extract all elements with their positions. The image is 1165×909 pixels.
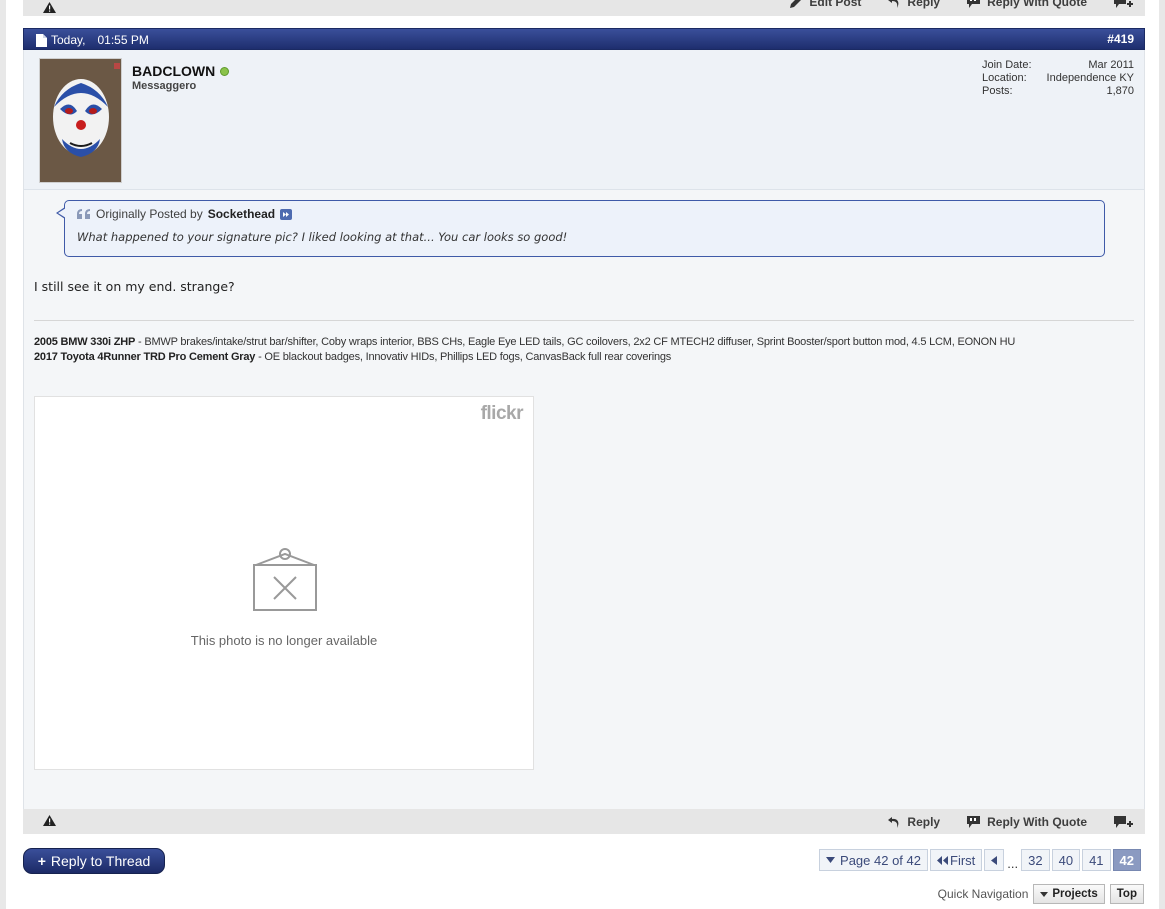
- post-message: I still see it on my end. strange?: [34, 279, 235, 294]
- plus-icon: +: [37, 853, 46, 869]
- signature-divider: [34, 320, 1134, 321]
- right-rail: [1159, 0, 1165, 909]
- page-link[interactable]: 41: [1082, 849, 1111, 871]
- stat-value: 1,870: [1106, 85, 1134, 97]
- post-header: Today, 01:55 PM #419: [23, 28, 1145, 50]
- quote-header: Originally Posted by Sockethead: [77, 207, 293, 221]
- quote-marks-icon: [77, 209, 90, 219]
- report-post-button[interactable]: [43, 813, 56, 831]
- stat-posts: Posts: 1,870: [982, 85, 1134, 98]
- signature-line: 2017 Toyota 4Runner TRD Pro Cement Gray …: [34, 350, 1015, 365]
- page-link[interactable]: 32: [1021, 849, 1050, 871]
- reply-to-thread-label: Reply to Thread: [50, 853, 151, 869]
- post-action-bar: Reply Reply With Quote: [23, 809, 1145, 834]
- reply-with-quote-label: Reply With Quote: [987, 0, 1087, 9]
- flickr-logo: flickr: [480, 403, 524, 424]
- reply-with-quote-label: Reply With Quote: [987, 814, 1087, 829]
- first-page-button[interactable]: First: [930, 849, 983, 871]
- page-info-label: Page 42 of 42: [840, 852, 921, 868]
- avatar[interactable]: [39, 58, 122, 183]
- post-number-link[interactable]: #419: [1107, 32, 1134, 46]
- username[interactable]: BADCLOWN: [132, 63, 230, 79]
- clown-mask-icon: [40, 59, 121, 182]
- stat-join-date: Join Date: Mar 2011: [982, 59, 1134, 72]
- quote-prefix: Originally Posted by: [96, 207, 203, 221]
- signature-car-title: 2005 BMW 330i ZHP: [34, 336, 136, 348]
- user-info-panel: BADCLOWN Messaggero Join Date: Mar 2011 L…: [24, 50, 1144, 190]
- multi-quote-button[interactable]: [1113, 815, 1133, 829]
- first-page-label: First: [950, 852, 976, 868]
- previous-post-action-bar: Edit Post Reply Reply With Quote: [23, 0, 1145, 16]
- reply-to-thread-button[interactable]: + Reply to Thread: [23, 848, 165, 874]
- flickr-embed[interactable]: flickr This photo is no longer available: [34, 396, 534, 770]
- current-page: 42: [1112, 849, 1141, 871]
- edit-post-button[interactable]: Edit Post: [789, 0, 861, 9]
- reply-button-top[interactable]: Reply: [887, 0, 940, 9]
- caret-down-icon: [1040, 891, 1049, 897]
- quick-navigation: Quick Navigation Projects Top: [938, 884, 1144, 904]
- document-icon: [36, 33, 47, 47]
- user-title: Messaggero: [132, 80, 197, 92]
- quote-text: What happened to your signature pic? I l…: [77, 230, 568, 244]
- reply-label: Reply: [907, 814, 941, 829]
- multi-quote-button-top[interactable]: [1113, 0, 1133, 9]
- broken-image-icon: [253, 548, 317, 611]
- signature-line: 2005 BMW 330i ZHP - BMWP brakes/intake/s…: [34, 335, 1015, 350]
- left-rail: [0, 0, 6, 909]
- forum-jump-label: Projects: [1052, 888, 1098, 900]
- stat-label: Posts:: [982, 85, 1013, 97]
- stat-location: Location: Independence KY: [982, 72, 1134, 85]
- reply-button[interactable]: Reply: [887, 815, 940, 829]
- pagination-ellipsis: ...: [1007, 856, 1019, 871]
- warning-icon: [43, 814, 56, 826]
- quote-bubble-icon: [967, 815, 981, 828]
- reply-with-quote-button[interactable]: Reply With Quote: [966, 815, 1087, 829]
- multi-quote-icon: [1114, 0, 1133, 8]
- reply-with-quote-button-top[interactable]: Reply With Quote: [966, 0, 1087, 9]
- reply-arrow-icon: [888, 0, 899, 8]
- post-date: Today, 01:55 PM: [36, 33, 149, 47]
- warning-icon: [43, 2, 56, 13]
- quote-bubble-icon: [967, 0, 981, 8]
- page-info-dropdown[interactable]: Page 42 of 42: [819, 849, 928, 871]
- multi-quote-icon: [1114, 815, 1133, 828]
- reply-label: Reply: [907, 0, 941, 9]
- signature-car-details: - OE blackout badges, Innovativ HIDs, Ph…: [255, 351, 672, 363]
- top-button[interactable]: Top: [1109, 884, 1144, 904]
- page-link[interactable]: 40: [1051, 849, 1081, 871]
- stat-value: Independence KY: [1046, 72, 1134, 84]
- quote-author: Sockethead: [207, 207, 276, 221]
- stat-label: Join Date:: [982, 59, 1032, 71]
- flickr-unavailable-message: This photo is no longer available: [190, 633, 378, 648]
- view-post-icon[interactable]: [280, 208, 293, 220]
- forum-jump-dropdown[interactable]: Projects: [1033, 884, 1105, 904]
- edit-post-label: Edit Post: [809, 0, 862, 9]
- post-date-day: Today,: [51, 33, 86, 47]
- quick-navigation-label: Quick Navigation: [937, 887, 1029, 901]
- signature-car-title: 2017 Toyota 4Runner TRD Pro Cement Gray: [34, 351, 256, 363]
- post-date-time: 01:55 PM: [97, 33, 149, 47]
- username-text: BADCLOWN: [132, 63, 216, 79]
- post-body: BADCLOWN Messaggero Join Date: Mar 2011 L…: [23, 50, 1145, 809]
- signature: 2005 BMW 330i ZHP - BMWP brakes/intake/s…: [34, 335, 1015, 365]
- online-status-icon: [220, 66, 230, 76]
- caret-down-icon: [826, 857, 836, 863]
- chevron-left-icon: [991, 855, 998, 865]
- user-stats: Join Date: Mar 2011 Location: Independence…: [982, 59, 1134, 98]
- quote-block: Originally Posted by Sockethead What hap…: [56, 200, 1105, 257]
- reply-arrow-icon: [888, 816, 899, 828]
- signature-car-details: - BMWP brakes/intake/strut bar/shifter, …: [135, 336, 1016, 348]
- stat-label: Location:: [982, 72, 1027, 84]
- previous-page-button[interactable]: [984, 849, 1005, 871]
- report-post-button[interactable]: [43, 0, 56, 18]
- pencil-icon: [790, 0, 802, 8]
- double-chevron-left-icon: [937, 855, 948, 865]
- stat-value: Mar 2011: [1088, 59, 1134, 71]
- pagination: Page 42 of 42 First ... 32 40 41 42: [819, 849, 1141, 871]
